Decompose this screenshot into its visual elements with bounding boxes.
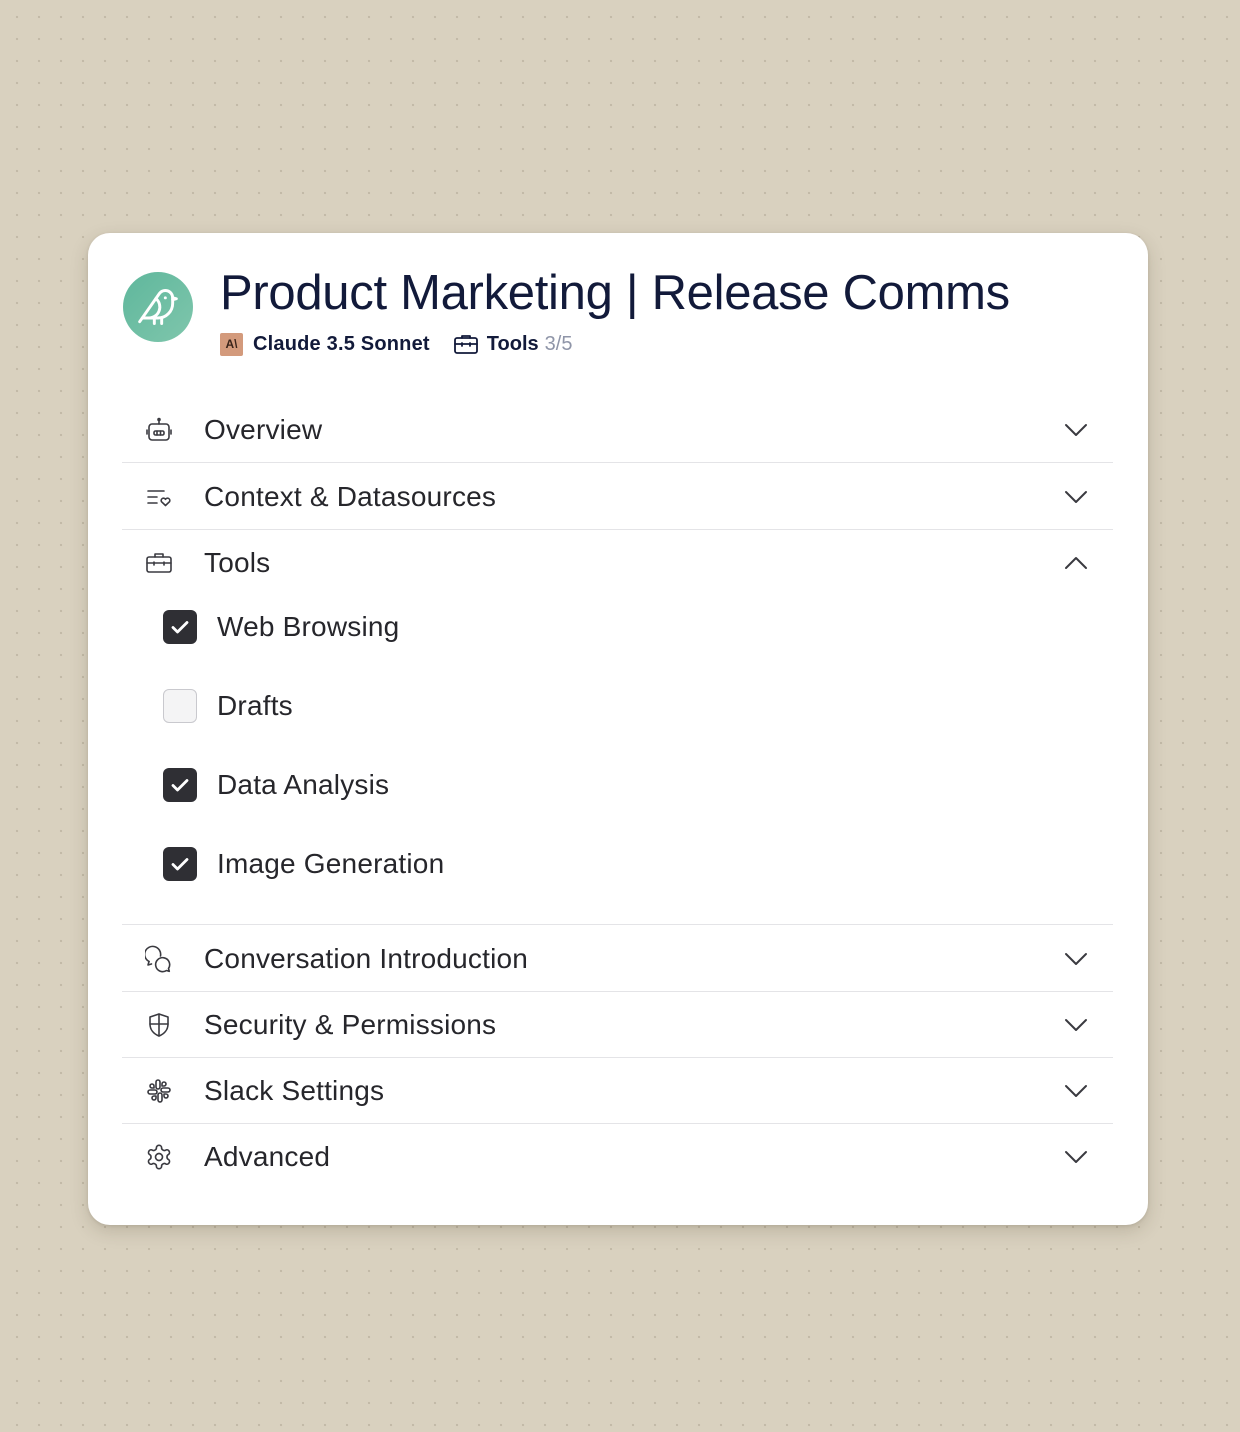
agent-settings-card: Product Marketing | Release Comms A\ Cla… — [88, 233, 1148, 1225]
briefcase-icon — [453, 335, 478, 354]
section-security-permissions[interactable]: Security & Permissions — [122, 992, 1113, 1058]
chevron-down-icon[interactable] — [1063, 946, 1089, 972]
briefcase-icon — [144, 548, 174, 578]
checkbox-checked[interactable] — [163, 847, 197, 881]
slack-icon — [144, 1076, 174, 1106]
robot-icon — [144, 415, 174, 445]
section-conversation-introduction[interactable]: Conversation Introduction — [122, 926, 1113, 992]
section-tools-label: Tools — [204, 547, 271, 578]
chevron-up-icon[interactable] — [1063, 550, 1089, 576]
section-overview-label: Overview — [204, 413, 323, 445]
checkbox-checked[interactable] — [163, 610, 197, 644]
section-advanced[interactable]: Advanced — [122, 1124, 1113, 1190]
section-context-label: Context & Datasources — [204, 480, 497, 512]
section-advanced-label: Advanced — [204, 1141, 331, 1172]
tools-summary: Tools 3/5 — [453, 332, 573, 356]
agent-meta: A\ Claude 3.5 Sonnet Tools 3/5 — [220, 332, 572, 356]
bird-icon — [138, 289, 178, 325]
tool-label: Drafts — [217, 690, 293, 721]
section-slack-label: Slack Settings — [204, 1074, 385, 1106]
check-icon — [171, 621, 189, 634]
model-name: Claude 3.5 Sonnet — [253, 332, 430, 355]
chevron-down-icon[interactable] — [1063, 1078, 1089, 1104]
checkbox-unchecked[interactable] — [163, 689, 197, 723]
shield-icon — [144, 1010, 174, 1040]
tool-item-web-browsing[interactable]: Web Browsing — [163, 609, 399, 645]
tool-label: Data Analysis — [217, 769, 390, 800]
section-context-datasources[interactable]: Context & Datasources — [122, 464, 1113, 530]
check-icon — [171, 779, 189, 792]
checkbox-checked[interactable] — [163, 768, 197, 802]
section-conversation-label: Conversation Introduction — [204, 942, 529, 974]
gear-icon — [144, 1142, 174, 1172]
section-security-label: Security & Permissions — [204, 1008, 497, 1040]
chevron-down-icon[interactable] — [1063, 1012, 1089, 1038]
check-icon — [171, 858, 189, 871]
tool-item-drafts[interactable]: Drafts — [163, 688, 293, 724]
tool-label: Image Generation — [217, 848, 445, 879]
chevron-down-icon[interactable] — [1063, 1144, 1089, 1170]
agent-avatar — [123, 272, 193, 342]
section-tools[interactable]: Tools — [122, 530, 1113, 596]
section-slack-settings[interactable]: Slack Settings — [122, 1058, 1113, 1124]
section-overview[interactable]: Overview — [122, 397, 1113, 463]
divider — [122, 924, 1113, 925]
chevron-down-icon[interactable] — [1063, 484, 1089, 510]
page-title: Product Marketing | Release Comms — [220, 266, 1010, 320]
list-heart-icon — [144, 482, 174, 512]
tools-summary-count: 3/5 — [544, 332, 573, 355]
tools-summary-label: Tools — [486, 332, 539, 355]
chevron-down-icon[interactable] — [1063, 417, 1089, 443]
chat-bubbles-icon — [144, 944, 174, 974]
anthropic-logo-icon: A\ — [220, 332, 243, 356]
tool-item-data-analysis[interactable]: Data Analysis — [163, 767, 389, 803]
tool-label: Web Browsing — [217, 611, 400, 642]
tool-item-image-generation[interactable]: Image Generation — [163, 846, 444, 882]
